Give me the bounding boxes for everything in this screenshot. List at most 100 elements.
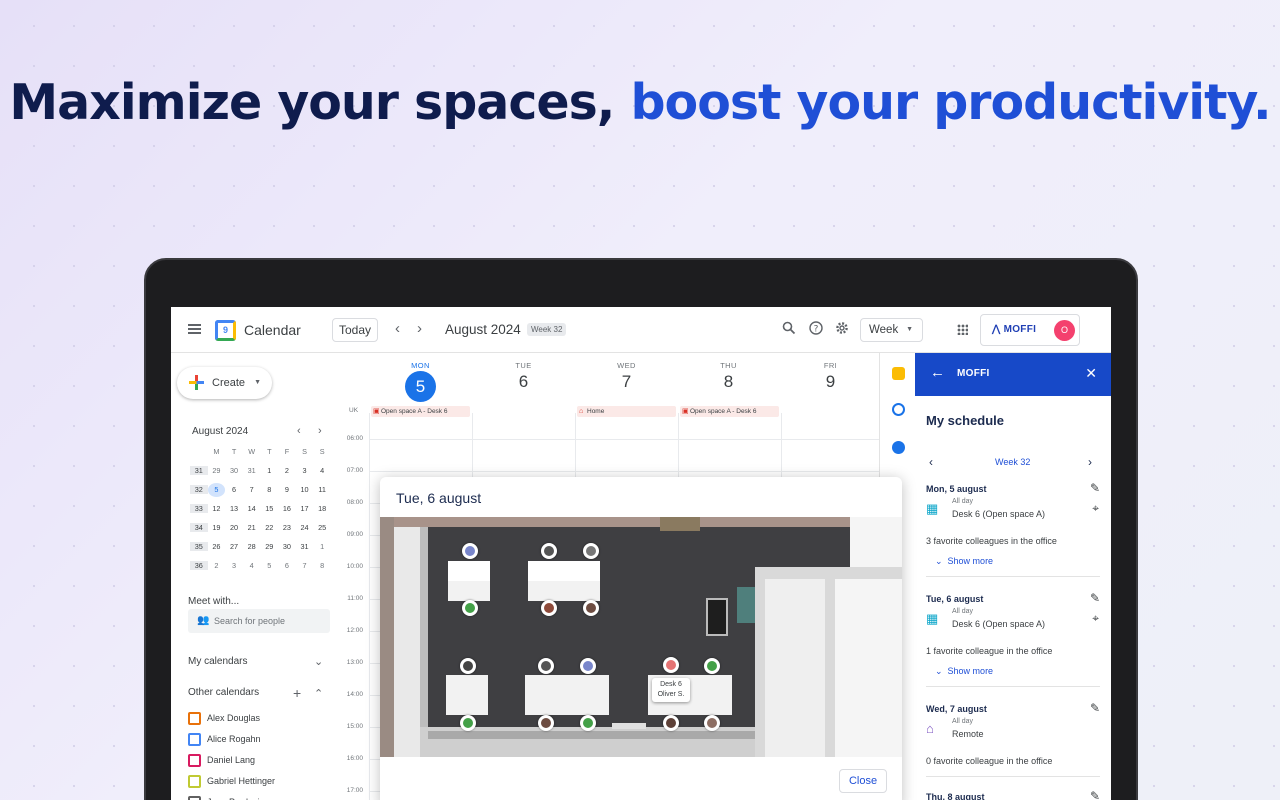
mini-calendar-day[interactable]: 31 [296, 542, 314, 551]
calendar-checkbox[interactable] [188, 712, 201, 725]
avatar[interactable]: O [1054, 320, 1075, 341]
day-number[interactable]: 7 [575, 372, 678, 392]
menu-icon[interactable] [188, 324, 201, 334]
colleague-avatar-pin[interactable] [583, 543, 599, 559]
help-icon[interactable]: ? [808, 321, 824, 337]
mini-calendar-day[interactable]: 1 [313, 542, 331, 551]
day-number[interactable]: 9 [779, 372, 882, 392]
view-select[interactable]: Week ▼ [860, 318, 923, 342]
calendar-checkbox[interactable] [188, 796, 201, 800]
week-number[interactable]: 34 [190, 523, 208, 532]
search-people-input[interactable]: 👥 Search for people [188, 609, 330, 633]
mini-calendar-day[interactable]: 2 [278, 466, 296, 475]
mini-calendar-day[interactable]: 7 [296, 561, 314, 570]
day-header-wed[interactable]: WED 7 [575, 361, 678, 392]
mini-calendar-day[interactable]: 1 [261, 466, 279, 475]
keep-icon[interactable] [892, 367, 905, 380]
close-icon[interactable]: ✕ [1085, 365, 1097, 382]
mini-calendar-day[interactable]: 31 [243, 466, 261, 475]
search-icon[interactable] [781, 321, 797, 337]
colleague-avatar-pin[interactable] [704, 715, 720, 731]
colleague-avatar-pin[interactable] [538, 715, 554, 731]
calendar-item[interactable]: Alex Douglas [188, 712, 260, 726]
mini-calendar-day[interactable]: 26 [208, 542, 226, 551]
day-header-mon[interactable]: MON 5 [369, 361, 472, 402]
week-number[interactable]: 32 [190, 485, 208, 494]
colleague-avatar-pin[interactable] [704, 658, 720, 674]
mini-calendar-day[interactable]: 28 [243, 542, 261, 551]
mini-calendar-day[interactable]: 14 [243, 504, 261, 513]
tasks-icon[interactable] [892, 403, 905, 416]
colleague-avatar-pin[interactable] [583, 600, 599, 616]
mini-calendar-day[interactable]: 30 [278, 542, 296, 551]
mini-calendar-day[interactable]: 3 [296, 466, 314, 475]
colleague-avatar-pin[interactable] [541, 543, 557, 559]
add-calendar-icon[interactable]: + [293, 685, 301, 701]
next-week-icon[interactable]: › [1088, 455, 1092, 469]
edit-icon[interactable]: ✎ [1090, 789, 1100, 800]
mini-calendar-day[interactable]: 20 [225, 523, 243, 532]
show-more-link[interactable]: ⌄ Show more [935, 666, 993, 677]
week-number[interactable]: 35 [190, 542, 208, 551]
mini-calendar-day[interactable]: 17 [296, 504, 314, 513]
mini-calendar-day[interactable]: 5 [207, 482, 226, 497]
mini-calendar-day[interactable]: 4 [243, 561, 261, 570]
floor-plan-map[interactable]: Desk 6 Oliver S. [380, 517, 902, 757]
edit-icon[interactable]: ✎ [1090, 701, 1100, 715]
colleague-avatar-pin[interactable] [462, 600, 478, 616]
colleague-avatar-pin[interactable] [580, 658, 596, 674]
chevron-up-icon[interactable]: ⌃ [314, 687, 323, 700]
mini-calendar-day[interactable]: 29 [261, 542, 279, 551]
colleague-avatar-pin[interactable] [460, 715, 476, 731]
mini-calendar-day[interactable]: 13 [225, 504, 243, 513]
calendar-checkbox[interactable] [188, 754, 201, 767]
settings-icon[interactable] [834, 321, 850, 337]
contacts-icon[interactable] [892, 441, 905, 454]
next-week-icon[interactable]: › [417, 321, 422, 337]
mini-calendar-day[interactable]: 30 [225, 466, 243, 475]
calendar-item[interactable]: Jean Predovic [188, 796, 264, 800]
calendar-item[interactable]: Daniel Lang [188, 754, 255, 768]
mini-calendar-day[interactable]: 6 [278, 561, 296, 570]
prev-week-icon[interactable]: ‹ [395, 321, 400, 337]
week-number[interactable]: 36 [190, 561, 208, 570]
allday-event-wed[interactable]: ⌂ Home [577, 406, 676, 417]
colleague-avatar-pin[interactable] [462, 543, 478, 559]
allday-event-mon[interactable]: ▣ Open space A - Desk 6 [371, 406, 470, 417]
mini-calendar-day[interactable]: 19 [208, 523, 226, 532]
day-header-thu[interactable]: THU 8 [677, 361, 780, 392]
mini-calendar-day[interactable]: 29 [208, 466, 226, 475]
mini-calendar-day[interactable]: 6 [225, 485, 243, 494]
mini-calendar-day[interactable]: 21 [243, 523, 261, 532]
calendar-checkbox[interactable] [188, 775, 201, 788]
mini-calendar-day[interactable]: 2 [208, 561, 226, 570]
calendar-item[interactable]: Alice Rogahn [188, 733, 261, 747]
mini-calendar-day[interactable]: 25 [313, 523, 331, 532]
colleague-avatar-pin[interactable] [663, 715, 679, 731]
allday-event-thu[interactable]: ▣ Open space A - Desk 6 [680, 406, 779, 417]
colleague-avatar-pin[interactable] [541, 600, 557, 616]
day-number[interactable]: 5 [405, 371, 436, 402]
week-number[interactable]: 31 [190, 466, 208, 475]
show-more-link[interactable]: ⌄ Show more [935, 556, 993, 567]
prev-week-icon[interactable]: ‹ [929, 455, 933, 469]
mini-calendar-day[interactable]: 5 [261, 561, 279, 570]
mini-calendar-day[interactable]: 8 [313, 561, 331, 570]
location-pin-icon[interactable]: ⌖ [1092, 611, 1099, 626]
apps-grid-icon[interactable] [957, 324, 968, 335]
day-number[interactable]: 6 [472, 372, 575, 392]
mini-calendar-day[interactable]: 10 [296, 485, 314, 494]
today-button[interactable]: Today [332, 318, 378, 342]
edit-icon[interactable]: ✎ [1090, 481, 1100, 495]
mini-calendar-day[interactable]: 12 [208, 504, 226, 513]
other-calendars-toggle[interactable]: Other calendars [188, 687, 259, 698]
mini-calendar-day[interactable]: 9 [278, 485, 296, 494]
mini-calendar-day[interactable]: 23 [278, 523, 296, 532]
close-button[interactable]: Close [839, 769, 887, 793]
mini-prev-icon[interactable]: ‹ [297, 425, 301, 437]
day-header-tue[interactable]: TUE 6 [472, 361, 575, 392]
mini-calendar-day[interactable]: 7 [243, 485, 261, 494]
mini-calendar-day[interactable]: 27 [225, 542, 243, 551]
moffi-addon-button[interactable]: ⋀ MOFFI O [980, 314, 1080, 346]
back-arrow-icon[interactable]: ← [930, 364, 945, 381]
